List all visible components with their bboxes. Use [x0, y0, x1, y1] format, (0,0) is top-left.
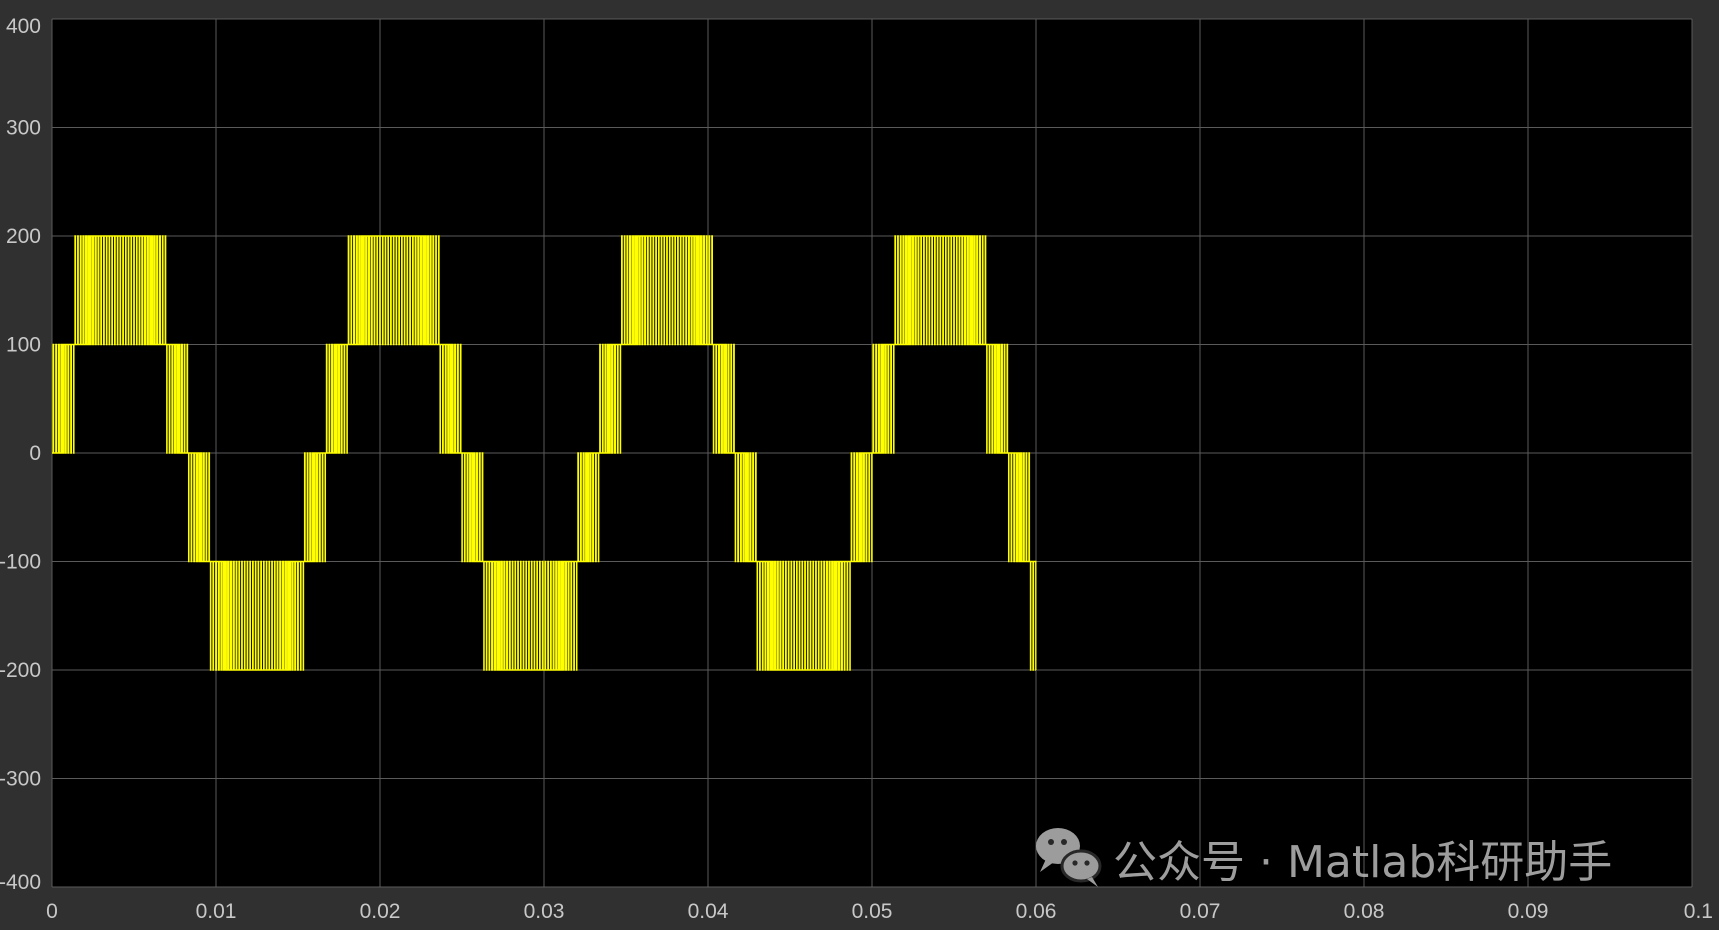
x-tick-label: 0.05	[852, 900, 893, 923]
watermark: 公众号 · Matlab科研助手	[1036, 828, 1612, 888]
x-tick-label: 0.03	[524, 900, 565, 923]
y-tick-label: -300	[0, 768, 41, 791]
x-tick-label: 0.09	[1508, 900, 1549, 923]
x-tick-label: 0.04	[688, 900, 729, 923]
x-tick-label: 0.01	[196, 900, 237, 923]
y-tick-label: -400	[0, 871, 41, 894]
scope-figure: 0 0.01 0.02 0.03 0.04 0.05 0.06 0.07 0.08 0.09 0.1…	[0, 0, 1719, 930]
x-tick-label: 0	[46, 900, 58, 923]
y-tick-label: -200	[0, 659, 41, 682]
watermark-text: 公众号 · Matlab科研助手	[1113, 837, 1612, 888]
y-tick-label: 100	[6, 334, 41, 357]
x-tick-label: 0.02	[360, 900, 401, 923]
x-tick-label: 0.07	[1180, 900, 1221, 923]
x-tick-label: 0.08	[1344, 900, 1385, 923]
x-tick-label: 0.1	[1684, 900, 1713, 923]
y-tick-label: 0	[29, 442, 41, 465]
y-tick-label: -100	[0, 551, 41, 574]
y-tick-label: 200	[6, 225, 41, 248]
y-tick-label: 400	[6, 15, 41, 38]
y-tick-label: 300	[6, 117, 41, 140]
x-tick-label: 0.06	[1016, 900, 1057, 923]
